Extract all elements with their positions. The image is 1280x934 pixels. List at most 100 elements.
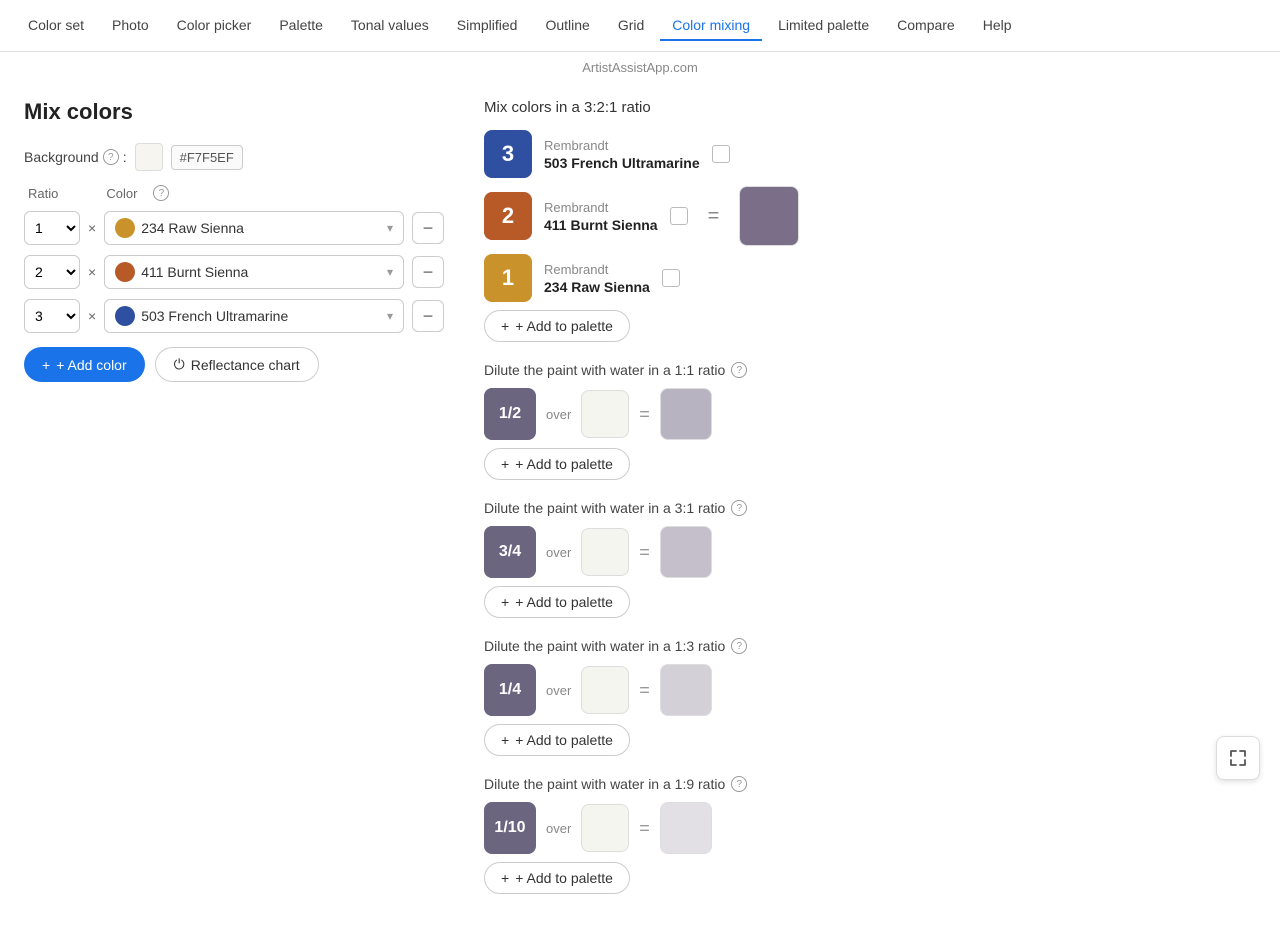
nav-item-grid[interactable]: Grid bbox=[606, 11, 656, 41]
color-select-burnt-sienna[interactable]: 411 Burnt Sienna ▾ bbox=[104, 255, 404, 289]
add-palette-dilute-label-1: + Add to palette bbox=[515, 594, 613, 610]
paint-name-0: 503 French Ultramarine bbox=[544, 155, 700, 171]
nav-item-tonal-values[interactable]: Tonal values bbox=[339, 11, 441, 41]
brand-name-1: Rembrandt bbox=[544, 200, 658, 215]
dilute-title-3: Dilute the paint with water in a 1:9 rat… bbox=[484, 776, 1256, 792]
add-color-label: + Add color bbox=[56, 357, 126, 373]
chevron-icon-burnt-sienna: ▾ bbox=[387, 265, 393, 279]
add-palette-dilute-label-3: + Add to palette bbox=[515, 870, 613, 886]
over-label-0: over bbox=[546, 407, 571, 422]
color-select-raw-sienna[interactable]: 234 Raw Sienna ▾ bbox=[104, 211, 404, 245]
nav-item-palette[interactable]: Palette bbox=[267, 11, 335, 41]
white-swatch-0 bbox=[581, 390, 629, 438]
dilute-help-icon-0[interactable]: ? bbox=[731, 362, 747, 378]
ratio-select-french-ultramarine[interactable]: 3 bbox=[24, 299, 80, 333]
plus-icon-dilute-0: + bbox=[501, 456, 509, 472]
mix-section-title: Mix colors in a 3:2:1 ratio bbox=[484, 99, 1256, 116]
background-swatch[interactable] bbox=[135, 143, 163, 171]
over-label-3: over bbox=[546, 821, 571, 836]
nav-item-color-picker[interactable]: Color picker bbox=[165, 11, 264, 41]
mix-card-0: 3 Rembrandt 503 French Ultramarine bbox=[484, 130, 1256, 178]
dilute-row-0: 1/2 over = bbox=[484, 388, 1256, 440]
dilute-result-1 bbox=[660, 526, 712, 578]
nav-item-simplified[interactable]: Simplified bbox=[445, 11, 530, 41]
add-palette-dilute-button-1[interactable]: + + Add to palette bbox=[484, 586, 630, 618]
left-panel: Mix colors Background ? : #F7F5EF Ratio … bbox=[24, 99, 444, 914]
reflectance-chart-button[interactable]: ⏻ Reflectance chart bbox=[155, 347, 319, 382]
dilute-help-icon-1[interactable]: ? bbox=[731, 500, 747, 516]
nav-item-color-mixing[interactable]: Color mixing bbox=[660, 11, 762, 41]
ratio-select-raw-sienna[interactable]: 1 bbox=[24, 211, 80, 245]
dilute-help-icon-2[interactable]: ? bbox=[731, 638, 747, 654]
mix-card-2: 1 Rembrandt 234 Raw Sienna bbox=[484, 254, 1256, 302]
ratio-badge-2: 1 bbox=[484, 254, 532, 302]
frac-badge-2: 1/4 bbox=[484, 664, 536, 716]
color-info-0: Rembrandt 503 French Ultramarine bbox=[544, 138, 700, 171]
dilute-row-3: 1/10 over = bbox=[484, 802, 1256, 854]
over-label-1: over bbox=[546, 545, 571, 560]
nav-item-help[interactable]: Help bbox=[971, 11, 1024, 41]
dilute-help-icon-3[interactable]: ? bbox=[731, 776, 747, 792]
add-palette-dilute-button-3[interactable]: + + Add to palette bbox=[484, 862, 630, 894]
dilute-section-0: Dilute the paint with water in a 1:1 rat… bbox=[484, 362, 1256, 480]
color-select-french-ultramarine[interactable]: 503 French Ultramarine ▾ bbox=[104, 299, 404, 333]
color-info-1: Rembrandt 411 Burnt Sienna bbox=[544, 200, 658, 233]
plus-icon-dilute-1: + bbox=[501, 594, 509, 610]
add-palette-dilute-button-2[interactable]: + + Add to palette bbox=[484, 724, 630, 756]
dilute-title-1: Dilute the paint with water in a 3:1 rat… bbox=[484, 500, 1256, 516]
expand-icon bbox=[1228, 748, 1248, 768]
nav-item-outline[interactable]: Outline bbox=[533, 11, 601, 41]
add-palette-mix-label: + Add to palette bbox=[515, 318, 613, 334]
color-checkbox-2[interactable] bbox=[662, 269, 680, 287]
color-dot-burnt-sienna bbox=[115, 262, 135, 282]
frac-badge-1: 3/4 bbox=[484, 526, 536, 578]
frac-badge-0: 1/2 bbox=[484, 388, 536, 440]
action-row: + + Add color ⏻ Reflectance chart bbox=[24, 347, 444, 382]
right-panel: Mix colors in a 3:2:1 ratio 3 Rembrandt … bbox=[484, 99, 1256, 914]
add-palette-dilute-label-0: + Add to palette bbox=[515, 456, 613, 472]
chevron-icon-french-ultramarine: ▾ bbox=[387, 309, 393, 323]
main-layout: Mix colors Background ? : #F7F5EF Ratio … bbox=[0, 79, 1280, 934]
nav-item-color-set[interactable]: Color set bbox=[16, 11, 96, 41]
color-checkbox-0[interactable] bbox=[712, 145, 730, 163]
expand-button[interactable] bbox=[1216, 736, 1260, 780]
color-rows: 1 × 234 Raw Sienna ▾ − 2 × 411 Burnt Sie… bbox=[24, 211, 444, 333]
nav-item-limited-palette[interactable]: Limited palette bbox=[766, 11, 881, 41]
paint-name-1: 411 Burnt Sienna bbox=[544, 217, 658, 233]
chevron-icon-raw-sienna: ▾ bbox=[387, 221, 393, 235]
plus-icon: + bbox=[42, 357, 50, 373]
add-to-palette-mix-button[interactable]: + + Add to palette bbox=[484, 310, 630, 342]
plus-icon-dilute-3: + bbox=[501, 870, 509, 886]
x-label-french-ultramarine: × bbox=[88, 308, 96, 324]
remove-color-button-french-ultramarine[interactable]: − bbox=[412, 300, 444, 332]
dilute-title-text-2: Dilute the paint with water in a 1:3 rat… bbox=[484, 638, 725, 654]
nav-item-photo[interactable]: Photo bbox=[100, 11, 161, 41]
frac-badge-3: 1/10 bbox=[484, 802, 536, 854]
dilute-section-1: Dilute the paint with water in a 3:1 rat… bbox=[484, 500, 1256, 618]
mix-card-1: 2 Rembrandt 411 Burnt Sienna = bbox=[484, 186, 1256, 246]
add-palette-dilute-label-2: + Add to palette bbox=[515, 732, 613, 748]
eq-sign-0: = bbox=[639, 404, 650, 425]
remove-color-button-raw-sienna[interactable]: − bbox=[412, 212, 444, 244]
add-palette-dilute-button-0[interactable]: + + Add to palette bbox=[484, 448, 630, 480]
dilute-result-3 bbox=[660, 802, 712, 854]
nav-item-compare[interactable]: Compare bbox=[885, 11, 967, 41]
ratio-select-burnt-sienna[interactable]: 2 bbox=[24, 255, 80, 289]
x-label-raw-sienna: × bbox=[88, 220, 96, 236]
remove-color-button-burnt-sienna[interactable]: − bbox=[412, 256, 444, 288]
color-row-raw-sienna: 1 × 234 Raw Sienna ▾ − bbox=[24, 211, 444, 245]
color-label: Color bbox=[106, 186, 137, 201]
dilute-title-text-1: Dilute the paint with water in a 3:1 rat… bbox=[484, 500, 725, 516]
color-help-icon[interactable]: ? bbox=[153, 185, 169, 201]
background-help-icon[interactable]: ? bbox=[103, 149, 119, 165]
plus-icon-mix: + bbox=[501, 318, 509, 334]
reflectance-label: Reflectance chart bbox=[191, 357, 300, 373]
plus-icon-dilute-2: + bbox=[501, 732, 509, 748]
color-name-burnt-sienna: 411 Burnt Sienna bbox=[141, 264, 381, 280]
nav-bar: Color setPhotoColor pickerPaletteTonal v… bbox=[0, 0, 1280, 52]
ratio-badge-0: 3 bbox=[484, 130, 532, 178]
background-label: Background ? : bbox=[24, 149, 127, 165]
add-color-button[interactable]: + + Add color bbox=[24, 347, 145, 382]
dilution-sections: Dilute the paint with water in a 1:1 rat… bbox=[484, 362, 1256, 894]
color-checkbox-1[interactable] bbox=[670, 207, 688, 225]
